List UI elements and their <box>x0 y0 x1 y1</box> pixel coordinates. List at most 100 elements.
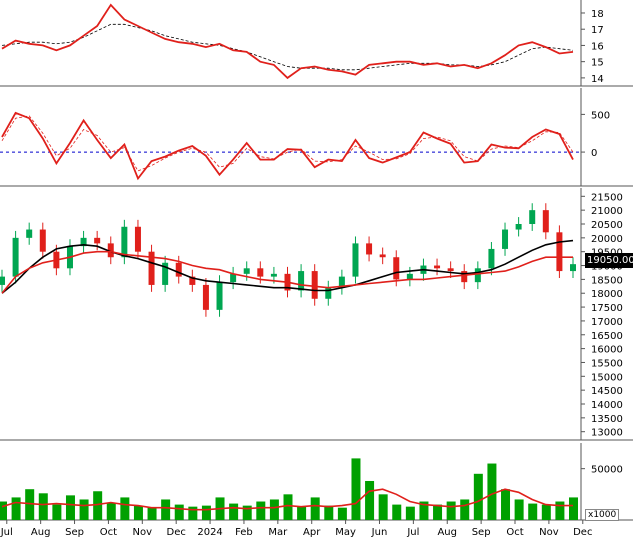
y-tick-label: 18000 <box>591 289 623 300</box>
y-tick-label: 15000 <box>591 372 623 383</box>
y-tick-label: 17000 <box>591 317 623 328</box>
volume-bar <box>52 504 62 520</box>
candle-body <box>352 243 359 277</box>
y-tick-label: 20500 <box>591 220 623 231</box>
y-tick-label: 21000 <box>591 206 623 217</box>
volume-unit-label: x1000 <box>585 509 620 521</box>
volume-bar <box>487 463 497 520</box>
volume-bar <box>11 497 21 520</box>
candle-body <box>230 273 237 283</box>
volume-bar <box>297 506 307 520</box>
candle-body <box>39 229 46 252</box>
candle-body <box>12 237 19 277</box>
volume-bar <box>201 505 211 520</box>
y-tick-label: 15 <box>591 58 604 69</box>
y-tick-label: 16500 <box>591 331 623 342</box>
volume-bar <box>93 491 103 520</box>
volume-bar <box>133 505 143 520</box>
last-price-tag: 19050.00 <box>585 253 633 268</box>
oscillator-line <box>1 111 574 181</box>
candle-body <box>379 254 386 258</box>
candle-body <box>393 257 400 280</box>
volume-bar <box>460 499 470 520</box>
y-tick-label: 17500 <box>591 303 623 314</box>
candle-body <box>243 268 250 274</box>
x-tick-label: 2024 <box>197 527 222 538</box>
candle-body <box>556 232 563 272</box>
candle-body <box>447 268 454 272</box>
y-tick-label: 13000 <box>591 428 623 439</box>
y-tick-label: 13500 <box>591 414 623 425</box>
candle-body <box>434 265 441 269</box>
candle-body <box>502 229 509 249</box>
volume-bar <box>541 504 551 520</box>
volume-bar <box>229 503 239 520</box>
candle-body <box>94 237 101 244</box>
oscillator-signal-line <box>1 115 574 172</box>
top-signal-line <box>1 23 574 71</box>
volume-bar <box>365 480 375 520</box>
x-tick-label: Sep <box>472 527 491 538</box>
volume-bar <box>269 499 279 520</box>
y-tick-label: 14500 <box>591 386 623 397</box>
x-tick-label: Dec <box>573 527 592 538</box>
candle-body <box>257 268 264 277</box>
volume-bar <box>106 502 116 520</box>
candle-body <box>311 271 318 299</box>
volume-bar <box>283 494 293 520</box>
candle-body <box>570 264 576 272</box>
volume-bar <box>337 507 347 520</box>
volume-bar <box>473 473 483 520</box>
volume-bar <box>147 507 157 520</box>
candle-body <box>216 282 223 310</box>
y-tick-label: 17 <box>591 25 604 36</box>
y-tick-label: 14000 <box>591 400 623 411</box>
candle-body <box>488 248 495 269</box>
volume-bar <box>378 494 388 520</box>
x-tick-label: Nov <box>133 527 153 538</box>
candle-body <box>515 224 522 230</box>
volume-bar <box>120 497 130 520</box>
candle-body <box>406 273 413 280</box>
candle-body <box>366 243 373 255</box>
volume-bar <box>324 505 334 520</box>
candle-body <box>134 226 141 252</box>
y-tick-label: 18 <box>591 9 604 20</box>
y-tick-label: 15500 <box>591 358 623 369</box>
volume-bar <box>65 495 75 520</box>
x-tick-label: Jul <box>0 527 13 538</box>
candle-body <box>202 284 209 310</box>
volume-bar <box>405 506 415 520</box>
candle-body <box>461 271 468 283</box>
x-tick-label: Nov <box>539 527 559 538</box>
candle-body <box>298 271 305 291</box>
x-tick-label: Oct <box>506 527 523 538</box>
volume-bar <box>188 506 198 520</box>
y-tick-label: 14 <box>591 74 604 85</box>
x-tick-label: Feb <box>235 527 253 538</box>
x-tick-label: Aug <box>31 527 51 538</box>
y-tick-label: 500 <box>591 110 610 121</box>
chart-svg: 1817161514500021500210002050020000195001… <box>0 0 633 538</box>
volume-bar <box>528 503 538 520</box>
y-tick-label: 20000 <box>591 234 623 245</box>
volume-bar <box>392 504 402 520</box>
volume-bar <box>433 504 443 520</box>
x-tick-label: Apr <box>303 527 321 538</box>
x-tick-label: Oct <box>100 527 117 538</box>
x-tick-label: Aug <box>437 527 457 538</box>
y-tick-label: 21500 <box>591 192 623 203</box>
volume-bar <box>310 497 320 520</box>
top-indicator-line <box>1 3 574 80</box>
volume-bar <box>351 458 361 520</box>
candle-body <box>26 229 33 238</box>
candle-body <box>529 210 536 224</box>
x-tick-label: Jun <box>371 527 388 538</box>
y-tick-label: 50000 <box>591 465 623 476</box>
candle-body <box>474 268 481 283</box>
volume-bar <box>161 499 171 520</box>
x-tick-label: Jul <box>406 527 419 538</box>
volume-bar <box>79 499 89 520</box>
volume-bar <box>501 489 511 520</box>
volume-bar <box>446 501 456 520</box>
